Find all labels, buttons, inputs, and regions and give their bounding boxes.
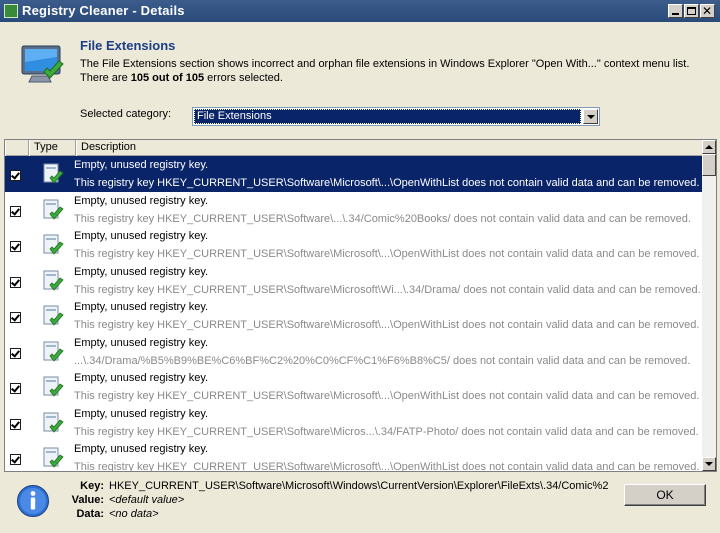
close-button[interactable]: ✕ [700, 4, 715, 18]
category-dropdown[interactable]: File Extensions [192, 107, 600, 126]
data-label: Data: [76, 508, 104, 520]
item-checkbox[interactable] [10, 383, 21, 394]
category-selected-value: File Extensions [194, 109, 581, 124]
section-description: The File Extensions section shows incorr… [80, 57, 710, 85]
list-item[interactable]: Empty, unused registry key. ...\.34/Dram… [5, 334, 702, 370]
ok-button[interactable]: OK [624, 484, 706, 506]
key-value: HKEY_CURRENT_USER\Software\Microsoft\Win… [109, 480, 609, 492]
item-detail: ...\.34/Drama/%B5%B9%BE%C6%BF%C2%20%C0%C… [74, 354, 691, 367]
item-checkbox[interactable] [10, 276, 21, 288]
registry-cleaner-icon [4, 4, 18, 18]
registry-key-check-icon [43, 270, 64, 291]
close-icon: ✕ [702, 4, 713, 18]
column-header-check[interactable] [5, 140, 29, 156]
value-value: <default value> [109, 494, 185, 506]
item-title: Empty, unused registry key. [74, 336, 209, 349]
item-title: Empty, unused registry key. [74, 407, 209, 420]
chevron-down-icon[interactable] [583, 109, 598, 124]
window-title: Registry Cleaner - Details [22, 3, 185, 18]
item-checkbox[interactable] [10, 418, 21, 430]
list-item[interactable]: Empty, unused registry key. This registr… [5, 298, 702, 334]
scroll-up-button[interactable] [702, 140, 716, 154]
list-item[interactable]: Empty, unused registry key. This registr… [5, 440, 702, 472]
item-detail: This registry key HKEY_CURRENT_USER\Soft… [74, 248, 700, 260]
info-icon [17, 485, 49, 517]
title-bar[interactable]: Registry Cleaner - Details ✕ [0, 0, 720, 22]
list-header: Type Description [5, 140, 702, 156]
list-item[interactable]: Empty, unused registry key. This registr… [5, 156, 702, 192]
registry-key-check-icon [43, 341, 64, 362]
error-list[interactable]: Type Description Empty, unused registry … [4, 139, 717, 472]
vertical-scrollbar[interactable] [702, 140, 716, 471]
minimize-icon [672, 13, 679, 15]
data-value: <no data> [109, 508, 159, 520]
list-item[interactable]: Empty, unused registry key. This registr… [5, 405, 702, 441]
key-label: Key: [80, 480, 104, 492]
item-detail: This registry key HKEY_CURRENT_USER\Soft… [74, 425, 699, 438]
item-checkbox[interactable] [10, 347, 21, 359]
description-suffix: errors selected. [204, 72, 283, 84]
item-detail: This registry key HKEY_CURRENT_USER\Soft… [74, 461, 700, 472]
item-detail: This registry key HKEY_CURRENT_USER\Soft… [74, 283, 701, 296]
registry-key-check-icon [43, 305, 64, 326]
list-item[interactable]: Empty, unused registry key. This registr… [5, 192, 702, 228]
list-item[interactable]: Empty, unused registry key. This registr… [5, 263, 702, 299]
item-detail: This registry key HKEY_CURRENT_USER\Soft… [74, 177, 700, 189]
list-rows: Empty, unused registry key. This registr… [5, 156, 702, 472]
registry-key-check-icon [43, 163, 64, 184]
description-prefix: There are [80, 72, 131, 84]
item-checkbox[interactable] [10, 241, 21, 252]
item-detail: This registry key HKEY_CURRENT_USER\Soft… [74, 212, 691, 225]
item-title: Empty, unused registry key. [74, 301, 209, 313]
description-line-1: The File Extensions section shows incorr… [80, 58, 690, 70]
list-item[interactable]: Empty, unused registry key. This registr… [5, 369, 702, 405]
list-item[interactable]: Empty, unused registry key. This registr… [5, 227, 702, 263]
section-title: File Extensions [80, 38, 176, 53]
item-title: Empty, unused registry key. [74, 372, 209, 384]
scroll-thumb[interactable] [702, 154, 716, 176]
column-header-type[interactable]: Type [29, 140, 76, 156]
category-label: Selected category: [80, 108, 172, 120]
registry-key-check-icon [43, 376, 64, 397]
item-title: Empty, unused registry key. [74, 443, 209, 455]
column-header-description[interactable]: Description [76, 140, 702, 156]
item-checkbox[interactable] [10, 312, 21, 323]
item-checkbox[interactable] [10, 170, 21, 181]
item-title: Empty, unused registry key. [74, 265, 209, 278]
registry-key-check-icon [43, 234, 64, 255]
item-detail: This registry key HKEY_CURRENT_USER\Soft… [74, 319, 700, 331]
maximize-button[interactable] [684, 4, 699, 18]
monitor-check-icon [21, 45, 64, 83]
item-checkbox[interactable] [10, 205, 21, 217]
minimize-button[interactable] [668, 4, 683, 18]
registry-key-check-icon [43, 447, 64, 468]
value-label: Value: [71, 494, 104, 506]
registry-key-check-icon [43, 412, 64, 433]
scroll-down-button[interactable] [702, 457, 716, 471]
item-detail: This registry key HKEY_CURRENT_USER\Soft… [74, 390, 700, 402]
registry-key-check-icon [43, 199, 64, 220]
error-count: 105 out of 105 [130, 72, 205, 84]
item-title: Empty, unused registry key. [74, 230, 209, 242]
item-title: Empty, unused registry key. [74, 194, 209, 207]
item-title: Empty, unused registry key. [74, 159, 209, 171]
description-line-2: There are 105 out of 105 errors selected… [80, 71, 710, 85]
maximize-icon [687, 7, 696, 15]
item-checkbox[interactable] [10, 454, 21, 465]
